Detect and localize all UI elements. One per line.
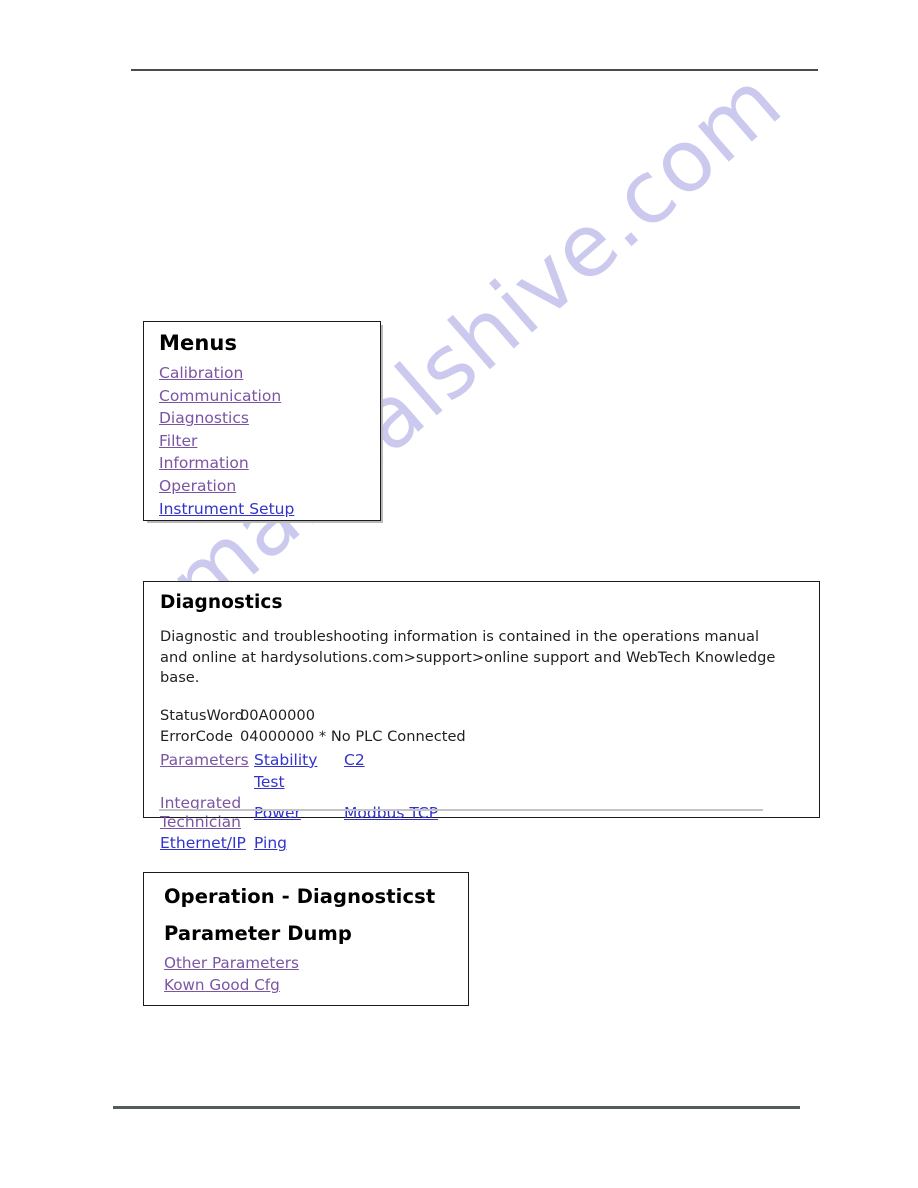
table-row: Integrated Technician Power Modbus TCP	[160, 794, 780, 832]
menu-link-communication[interactable]: Communication	[159, 385, 281, 408]
diag-link-integrated-technician-line-2[interactable]: Technician	[160, 813, 254, 832]
list-item: Instrument Setup	[159, 498, 380, 521]
menu-link-information[interactable]: Information	[159, 452, 249, 475]
diagnostics-description: Diagnostic and troubleshooting informati…	[160, 627, 800, 689]
menus-panel: Menus Calibration Communication Diagnost…	[143, 321, 381, 521]
description-line-1: Diagnostic and troubleshooting informati…	[160, 628, 760, 646]
status-word-label: StatusWord	[160, 706, 245, 724]
diag-link-ping[interactable]: Ping	[254, 832, 287, 855]
footer-rule	[113, 1106, 800, 1109]
diag-link-ethernet-ip[interactable]: Ethernet/IP	[160, 832, 246, 855]
list-item: Operation	[159, 475, 380, 498]
operation-panel-heading: Operation - Diagnosticst	[164, 885, 436, 908]
status-word-value: 00A00000	[240, 706, 315, 724]
list-item: Filter	[159, 430, 380, 453]
table-row: Parameters Stability Test C2	[160, 749, 780, 794]
error-code-row: ErrorCode 04000000 * No PLC Connected	[160, 726, 819, 747]
operation-link-known-good-cfg[interactable]: Kown Good Cfg	[164, 974, 468, 997]
error-code-value: 04000000 * No PLC Connected	[240, 727, 466, 745]
diagnostics-panel: Diagnostics Diagnostic and troubleshooti…	[143, 581, 820, 852]
table-row: Ethernet/IP Ping	[160, 832, 780, 855]
diag-link-stability-test[interactable]: Stability Test	[254, 749, 344, 794]
diagnostics-inner-divider	[159, 809, 763, 811]
cell-power: Power	[254, 802, 344, 825]
list-item: Communication	[159, 385, 380, 408]
menus-panel-heading: Menus	[159, 331, 238, 355]
list-item: Information	[159, 452, 380, 475]
error-code-label: ErrorCode	[160, 727, 233, 745]
operation-link-other-parameters[interactable]: Other Parameters	[164, 952, 468, 975]
document-page: manualshive.com Menus Calibration Commun…	[0, 0, 918, 1188]
diag-link-parameters[interactable]: Parameters	[160, 749, 249, 772]
list-item: Diagnostics	[159, 407, 380, 430]
diag-link-c2[interactable]: C2	[344, 749, 365, 772]
cell-modbus-tcp: Modbus TCP	[344, 802, 438, 825]
status-word-row: StatusWord00A00000	[160, 705, 819, 726]
cell-ethernet-ip: Ethernet/IP	[160, 832, 254, 855]
diagnostics-link-grid: Parameters Stability Test C2 Integrated …	[160, 749, 780, 855]
menu-link-operation[interactable]: Operation	[159, 475, 236, 498]
cell-integrated-technician: Integrated Technician	[160, 794, 254, 832]
cell-parameters: Parameters	[160, 749, 254, 772]
list-item: Calibration	[159, 362, 380, 385]
menu-link-instrument-setup[interactable]: Instrument Setup	[159, 498, 294, 521]
menu-link-diagnostics[interactable]: Diagnostics	[159, 407, 249, 430]
diag-link-power[interactable]: Power	[254, 802, 301, 825]
cell-c2: C2	[344, 749, 365, 772]
diagnostics-panel-heading: Diagnostics	[160, 592, 283, 613]
cell-stability-test: Stability Test	[254, 749, 344, 794]
parameter-dump-heading: Parameter Dump	[164, 922, 352, 946]
description-line-2: and online at hardysolutions.com>support…	[160, 648, 776, 687]
menu-link-calibration[interactable]: Calibration	[159, 362, 243, 385]
menu-link-filter[interactable]: Filter	[159, 430, 197, 453]
menus-list: Calibration Communication Diagnostics Fi…	[159, 362, 380, 520]
operation-diagnostics-panel: Operation - Diagnosticst Parameter Dump …	[143, 872, 469, 1006]
diag-link-modbus-tcp[interactable]: Modbus TCP	[344, 802, 438, 825]
cell-ping: Ping	[254, 832, 344, 855]
header-rule	[131, 69, 818, 71]
